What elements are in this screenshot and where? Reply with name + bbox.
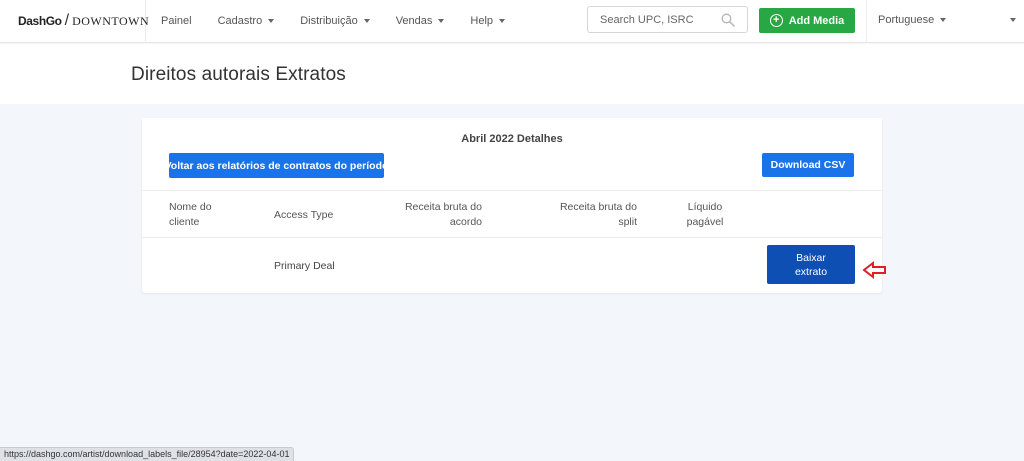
download-csv-button[interactable]: Download CSV <box>762 153 854 177</box>
page-header: Direitos autorais Extratos <box>0 44 1024 104</box>
search-input[interactable] <box>600 13 720 26</box>
column-header-gross-split: Receita bruta do split <box>537 200 637 230</box>
add-media-button[interactable]: + Add Media <box>759 8 855 33</box>
statement-card: Abril 2022 Detalhes Voltar aos relatório… <box>142 118 882 293</box>
nav-item-painel[interactable]: Painel <box>161 15 192 27</box>
status-bar-url: https://dashgo.com/artist/download_label… <box>0 447 295 461</box>
back-to-reports-button[interactable]: Voltar aos relatórios de contratos do pe… <box>165 153 388 178</box>
language-label: Portuguese <box>878 14 935 26</box>
caret-down-icon <box>940 18 947 22</box>
language-select[interactable]: Portuguese <box>878 14 947 26</box>
header-line: Líquido <box>687 201 723 213</box>
plus-circle-icon: + <box>769 14 783 27</box>
search-icon[interactable] <box>721 13 735 27</box>
header-line: Receita bruta do <box>559 201 637 213</box>
search-box <box>587 6 748 33</box>
nav-item-label: Painel <box>161 15 192 27</box>
nav-item-label: Vendas <box>395 15 433 27</box>
column-header-gross-agreement: Receita bruta do acordo <box>382 200 482 230</box>
top-navbar: DashGo / DOWNTOWN Painel Cadastro Distri… <box>0 0 1024 43</box>
table-divider <box>142 237 882 238</box>
caret-down-icon <box>438 19 445 23</box>
divider <box>866 0 867 43</box>
header-line: Receita bruta do <box>404 201 482 213</box>
user-menu-caret-icon[interactable] <box>1010 18 1016 22</box>
nav-item-cadastro[interactable]: Cadastro <box>218 15 275 27</box>
arrow-left-icon <box>862 260 886 280</box>
nav-item-distribuicao[interactable]: Distribuição <box>300 15 370 27</box>
header-line: pagável <box>686 216 724 228</box>
logo-product: DOWNTOWN <box>72 13 150 28</box>
header-line: acordo <box>449 216 482 228</box>
table-divider <box>142 190 882 191</box>
nav-item-label: Help <box>470 15 494 27</box>
logo[interactable]: DashGo / DOWNTOWN <box>0 0 150 43</box>
nav-item-help[interactable]: Help <box>470 15 506 27</box>
logo-slash: / <box>64 12 70 29</box>
page-title: Direitos autorais Extratos <box>131 64 346 85</box>
nav-item-vendas[interactable]: Vendas <box>396 15 445 27</box>
header-line: split <box>618 216 637 228</box>
logo-brand: DashGo <box>18 14 62 28</box>
add-media-label: Add Media <box>788 14 845 27</box>
nav-item-label: Cadastro <box>217 15 263 27</box>
caret-down-icon <box>268 19 275 23</box>
main-nav: Painel Cadastro Distribuição Vendas Help <box>146 0 531 43</box>
caret-down-icon <box>499 19 506 23</box>
header-line: cliente <box>169 216 200 228</box>
download-statement-button[interactable]: Baixar extrato <box>767 245 855 284</box>
header-line: Nome do <box>169 201 212 213</box>
card-title: Abril 2022 Detalhes <box>461 133 563 145</box>
nav-item-label: Distribuição <box>300 15 358 27</box>
cell-access-type: Primary Deal <box>274 260 335 272</box>
caret-down-icon <box>363 19 370 23</box>
column-header-client: Nome do cliente <box>169 200 249 230</box>
column-header-access-type: Access Type <box>274 209 334 221</box>
column-header-net-payable: Líquido pagável <box>682 200 728 230</box>
